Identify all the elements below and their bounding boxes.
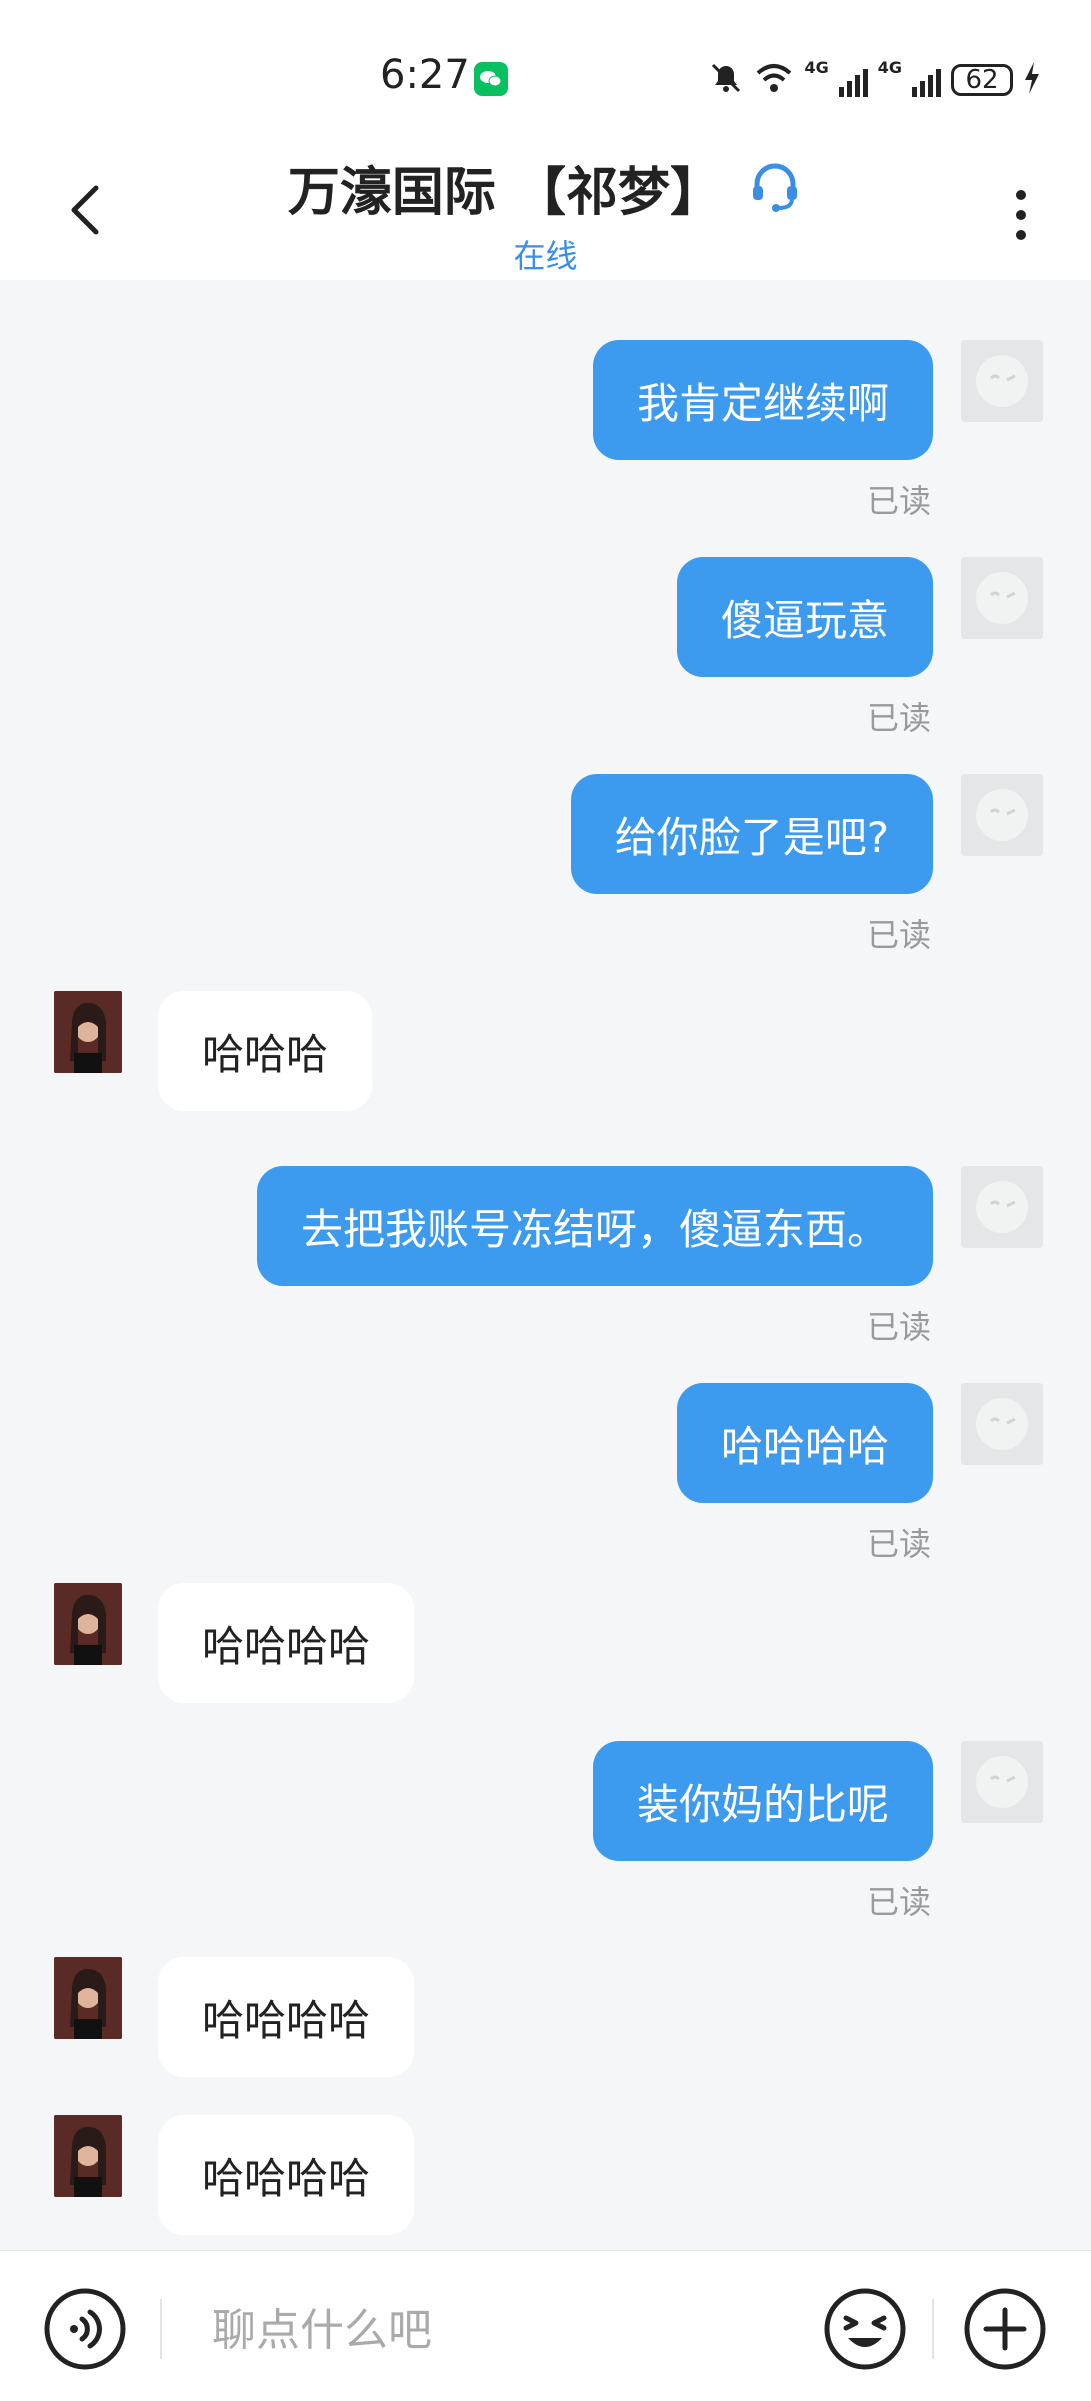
message-bubble[interactable]: 哈哈哈哈 [158, 2115, 415, 2235]
signal-icon-2 [912, 63, 941, 97]
divider [932, 2299, 934, 2359]
message-bubble[interactable]: 哈哈哈哈 [676, 1383, 933, 1503]
my-avatar[interactable] [961, 557, 1043, 639]
contact-avatar[interactable] [54, 2115, 122, 2197]
my-avatar[interactable] [961, 1383, 1043, 1465]
divider [160, 2299, 162, 2359]
message-bubble[interactable]: 去把我账号冻结呀，傻逼东西。 [256, 1166, 933, 1286]
contact-avatar[interactable] [54, 1583, 122, 1665]
message-list[interactable]: 我肯定继续啊 已读 傻逼玩意 已读 给你脸了是吧? 已读 哈哈哈 去把我账号冻结… [0, 280, 1091, 2250]
network-type-2: 4G [877, 58, 902, 77]
read-receipt: 已读 [866, 482, 931, 520]
my-avatar[interactable] [961, 1166, 1043, 1248]
input-bar [0, 2250, 1091, 2401]
message-bubble[interactable]: 傻逼玩意 [676, 557, 933, 677]
message-bubble[interactable]: 哈哈哈哈 [158, 1583, 415, 1703]
status-bar: 6:27 4G 4G 62 [0, 0, 1091, 140]
read-receipt: 已读 [866, 699, 931, 737]
message-bubble[interactable]: 我肯定继续啊 [592, 340, 933, 460]
message-bubble[interactable]: 给你脸了是吧? [570, 774, 933, 894]
read-receipt: 已读 [866, 1308, 931, 1346]
status-icons: 4G 4G 62 [708, 58, 1041, 102]
battery-indicator: 62 [951, 64, 1013, 96]
contact-avatar[interactable] [54, 1957, 122, 2039]
more-options-icon[interactable] [1011, 185, 1031, 245]
title-area: 万濠国际 【祁梦】 在线 [0, 150, 1091, 277]
message-input[interactable] [210, 2289, 774, 2371]
customer-service-headset-icon [747, 158, 803, 218]
wifi-icon [754, 61, 794, 99]
message-bubble[interactable]: 哈哈哈 [158, 991, 373, 1111]
plus-icon[interactable] [962, 2286, 1048, 2372]
status-time: 6:27 [380, 52, 470, 98]
read-receipt: 已读 [866, 1525, 931, 1563]
my-avatar[interactable] [961, 340, 1043, 422]
message-bubble[interactable]: 装你妈的比呢 [592, 1741, 933, 1861]
charging-icon [1023, 61, 1041, 99]
my-avatar[interactable] [961, 1741, 1043, 1823]
network-type-1: 4G [804, 58, 829, 77]
signal-icon-1 [838, 63, 868, 97]
my-avatar[interactable] [961, 774, 1043, 856]
emoji-icon[interactable] [822, 2286, 908, 2372]
contact-avatar[interactable] [54, 991, 122, 1073]
contact-name: 万濠国际 【祁梦】 [287, 163, 722, 223]
read-receipt: 已读 [866, 1883, 931, 1921]
message-bubble[interactable]: 哈哈哈哈 [158, 1957, 415, 2077]
mute-icon [708, 60, 744, 100]
voice-input-icon[interactable] [42, 2286, 128, 2372]
chat-header: 万濠国际 【祁梦】 在线 [0, 140, 1091, 280]
online-status: 在线 [513, 237, 578, 275]
read-receipt: 已读 [866, 916, 931, 954]
wechat-notification-icon [474, 62, 508, 96]
